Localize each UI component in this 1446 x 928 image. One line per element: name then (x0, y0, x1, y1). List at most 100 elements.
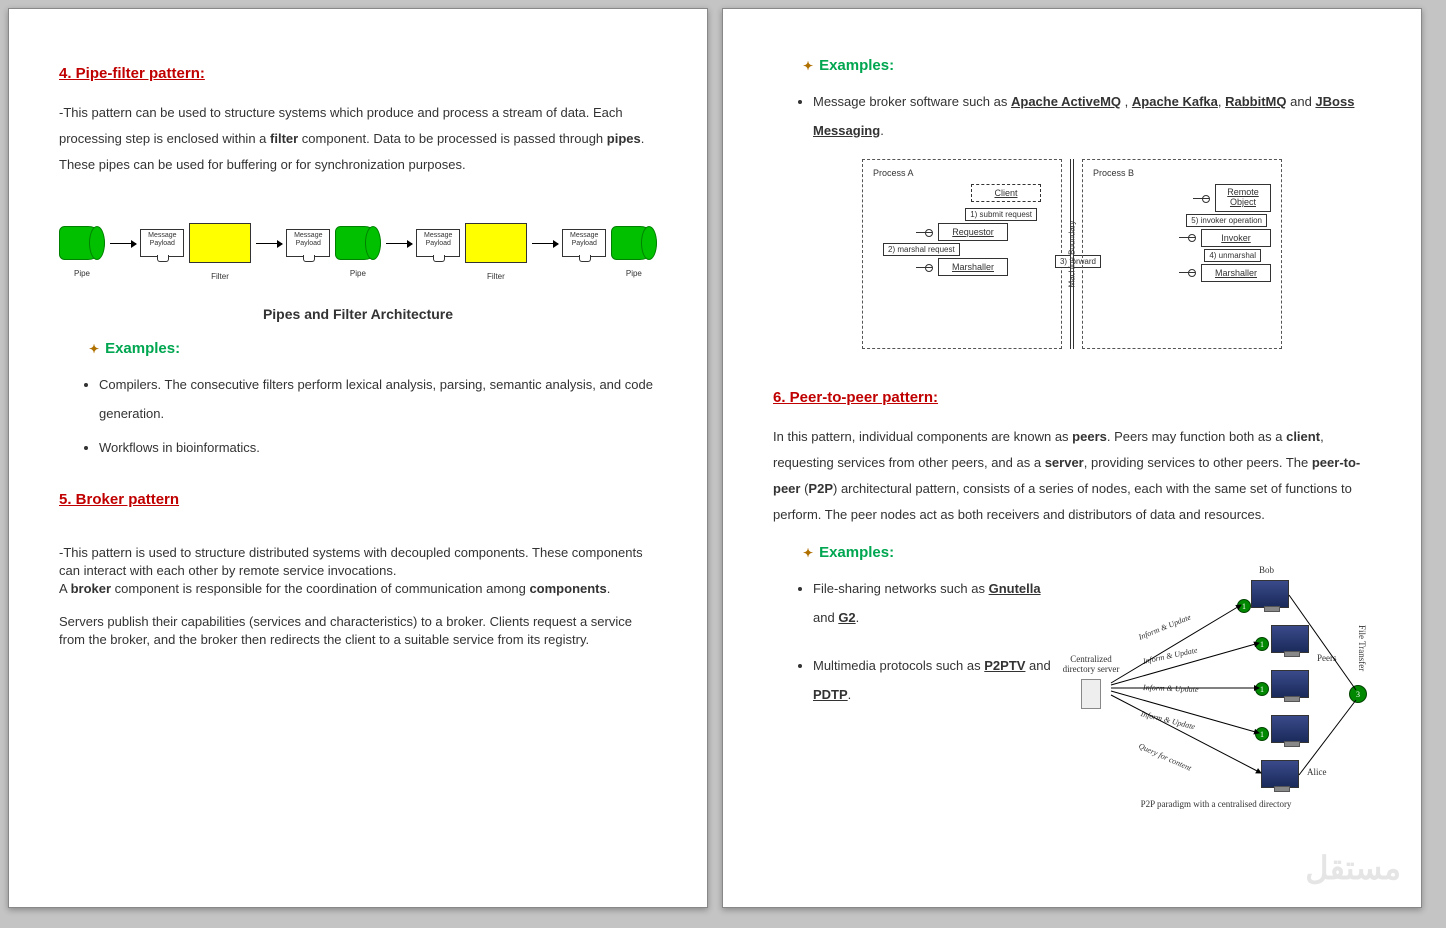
link-text: PDTP (813, 687, 848, 702)
client-node: Client (971, 184, 1041, 202)
diagram-caption: P2P paradigm with a centralised director… (1061, 799, 1371, 809)
node-circle-icon: 3 (1349, 685, 1367, 703)
diagram-label: Pipe (59, 269, 105, 278)
text: Examples: (819, 544, 894, 561)
connector-icon (916, 267, 932, 268)
connector-icon (1179, 237, 1195, 238)
text: ) architectural pattern, consists of a s… (773, 481, 1352, 522)
list-item: File-sharing networks such as Gnutella a… (813, 575, 1051, 632)
marshaller-node: Marshaller (938, 258, 1008, 276)
text: . (607, 581, 611, 596)
text: Multimedia protocols such as (813, 658, 984, 673)
list-item: Multimedia protocols such as P2PTV and P… (813, 652, 1051, 709)
connector-icon (916, 232, 932, 233)
step-label: 1) submit request (965, 208, 1037, 221)
text-bold: pipes (607, 131, 641, 146)
server-icon (1081, 679, 1101, 709)
text: File-sharing networks such as (813, 581, 989, 596)
examples-list: Compilers. The consecutive filters perfo… (59, 371, 657, 463)
arrow-right-icon (256, 243, 282, 244)
diagram-label: Filter (465, 272, 527, 281)
text: . (856, 610, 860, 625)
remote-object-node: Remote Object (1215, 184, 1271, 212)
node-circle-icon: 1 (1255, 637, 1269, 651)
edge-label: Inform & Update (1137, 613, 1192, 642)
pipe-filter-description: -This pattern can be used to structure s… (59, 100, 657, 178)
monitor-icon (1271, 715, 1309, 743)
text: and (1025, 658, 1050, 673)
link-text: RabbitMQ (1225, 94, 1286, 109)
diagram-label: File Transfer (1357, 625, 1367, 671)
text: component is responsible for the coordin… (111, 581, 529, 596)
directory-server: Centralized directory server (1061, 655, 1121, 709)
diagram-label: Process B (1093, 168, 1271, 178)
message-payload-icon: Message Payload (140, 229, 184, 257)
heading-broker: 5. Broker pattern (59, 491, 657, 508)
message-payload-icon: Message Payload (416, 229, 460, 257)
edge-label: Inform & Update (1142, 646, 1198, 666)
heading-p2p: 6. Peer-to-peer pattern: (773, 389, 1371, 406)
arrow-right-icon (386, 243, 412, 244)
text-bold: server (1045, 455, 1084, 470)
node-circle-icon: 1 (1255, 682, 1269, 696)
examples-heading: Examples: (803, 544, 1371, 561)
document-page-2: Examples: Message broker software such a… (722, 8, 1422, 908)
text: , providing services to other peers. The (1084, 455, 1312, 470)
edge-label: Query for content (1137, 742, 1193, 773)
text-bold: P2P (808, 481, 833, 496)
filter-icon (189, 223, 251, 263)
message-payload-icon: Message Payload (286, 229, 330, 257)
pipe-filter-diagram: Pipe Message Payload Filter Message Payl… (59, 198, 657, 288)
link-text: Gnutella (989, 581, 1041, 596)
diagram-caption: Pipes and Filter Architecture (59, 306, 657, 322)
pipe-icon (59, 226, 105, 260)
diagram-label: Bob (1259, 565, 1274, 575)
node-circle-icon: 1 (1255, 727, 1269, 741)
diagram-label: Peers (1317, 653, 1337, 663)
diagram-label: Process A (873, 168, 1051, 178)
p2p-description: In this pattern, individual components a… (773, 424, 1371, 528)
pipe-icon (611, 226, 657, 260)
pipe-icon (335, 226, 381, 260)
text: Centralized directory server (1061, 655, 1121, 675)
text: and (813, 610, 838, 625)
examples-heading: Examples: (803, 57, 1371, 74)
text-bold: client (1286, 429, 1320, 444)
connector-icon (1193, 198, 1209, 199)
p2p-examples-list: File-sharing networks such as Gnutella a… (773, 575, 1051, 709)
monitor-icon (1271, 670, 1309, 698)
text: Message broker software such as (813, 94, 1011, 109)
link-text: G2 (838, 610, 855, 625)
broker-examples-list: Message broker software such as Apache A… (773, 88, 1371, 145)
machine-boundary (1070, 159, 1074, 349)
text: . Peers may function both as a (1107, 429, 1286, 444)
text-bold: filter (270, 131, 298, 146)
link-text: Apache ActiveMQ (1011, 94, 1121, 109)
process-a-box: Process A Client 1) submit request Reque… (862, 159, 1062, 349)
text-bold: components (529, 581, 606, 596)
node-circle-icon: 1 (1237, 599, 1251, 613)
heading-pipe-filter: 4. Pipe-filter pattern: (59, 65, 657, 82)
diagram-label: Filter (189, 272, 251, 281)
invoker-node: Invoker (1201, 229, 1271, 247)
text: component. Data to be processed is passe… (298, 131, 607, 146)
link-text: Apache Kafka (1132, 94, 1218, 109)
text: . (848, 687, 852, 702)
examples-heading: Examples: (89, 340, 657, 357)
list-item: Message broker software such as Apache A… (813, 88, 1371, 145)
connector-icon (1179, 272, 1195, 273)
arrow-right-icon (110, 243, 136, 244)
list-item: Compilers. The consecutive filters perfo… (99, 371, 657, 428)
text: Examples: (819, 57, 894, 74)
monitor-icon (1271, 625, 1309, 653)
diagram-label: Alice (1307, 767, 1327, 777)
marshaller-node: Marshaller (1201, 264, 1271, 282)
process-b-box: Process B Remote Object 5) invoker opera… (1082, 159, 1282, 349)
arrow-right-icon (532, 243, 558, 244)
p2p-diagram: Centralized directory server Bob Peers A… (1061, 575, 1371, 805)
broker-description-1: -This pattern is used to structure distr… (59, 526, 657, 599)
text-bold: broker (71, 581, 111, 596)
broker-description-2: Servers publish their capabilities (serv… (59, 613, 657, 649)
filter-icon (465, 223, 527, 263)
text: Examples: (105, 340, 180, 357)
